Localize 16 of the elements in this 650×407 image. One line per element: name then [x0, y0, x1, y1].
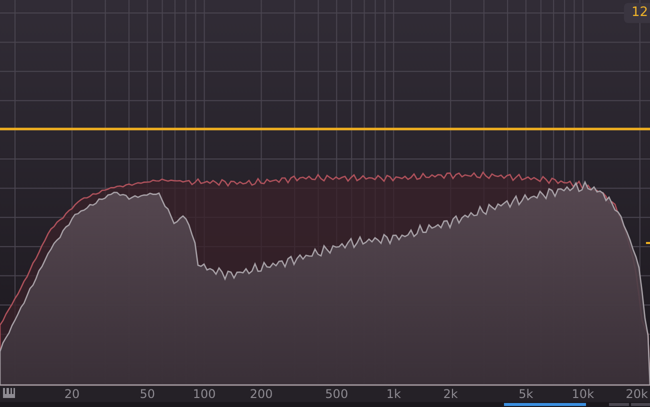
axis-label: 1k	[386, 387, 401, 401]
axis-label: 20	[64, 387, 80, 401]
axis-label: 500	[325, 387, 348, 401]
axis-label: 10k	[572, 387, 594, 401]
axis-label: 200	[250, 387, 273, 401]
axis-label: 50	[140, 387, 155, 401]
scrollbar-segment	[609, 403, 629, 406]
level-badge: 12	[624, 3, 650, 23]
piano-keys-icon[interactable]	[3, 388, 15, 398]
axis-label: 5k	[518, 387, 534, 401]
level-marker	[646, 242, 650, 244]
scrollbar-segment	[631, 403, 650, 406]
axis-label: 100	[192, 387, 216, 401]
scrollbar-thumb[interactable]	[504, 403, 586, 406]
axis-label: 20k	[626, 387, 648, 401]
axis-label: 2k	[443, 387, 458, 401]
